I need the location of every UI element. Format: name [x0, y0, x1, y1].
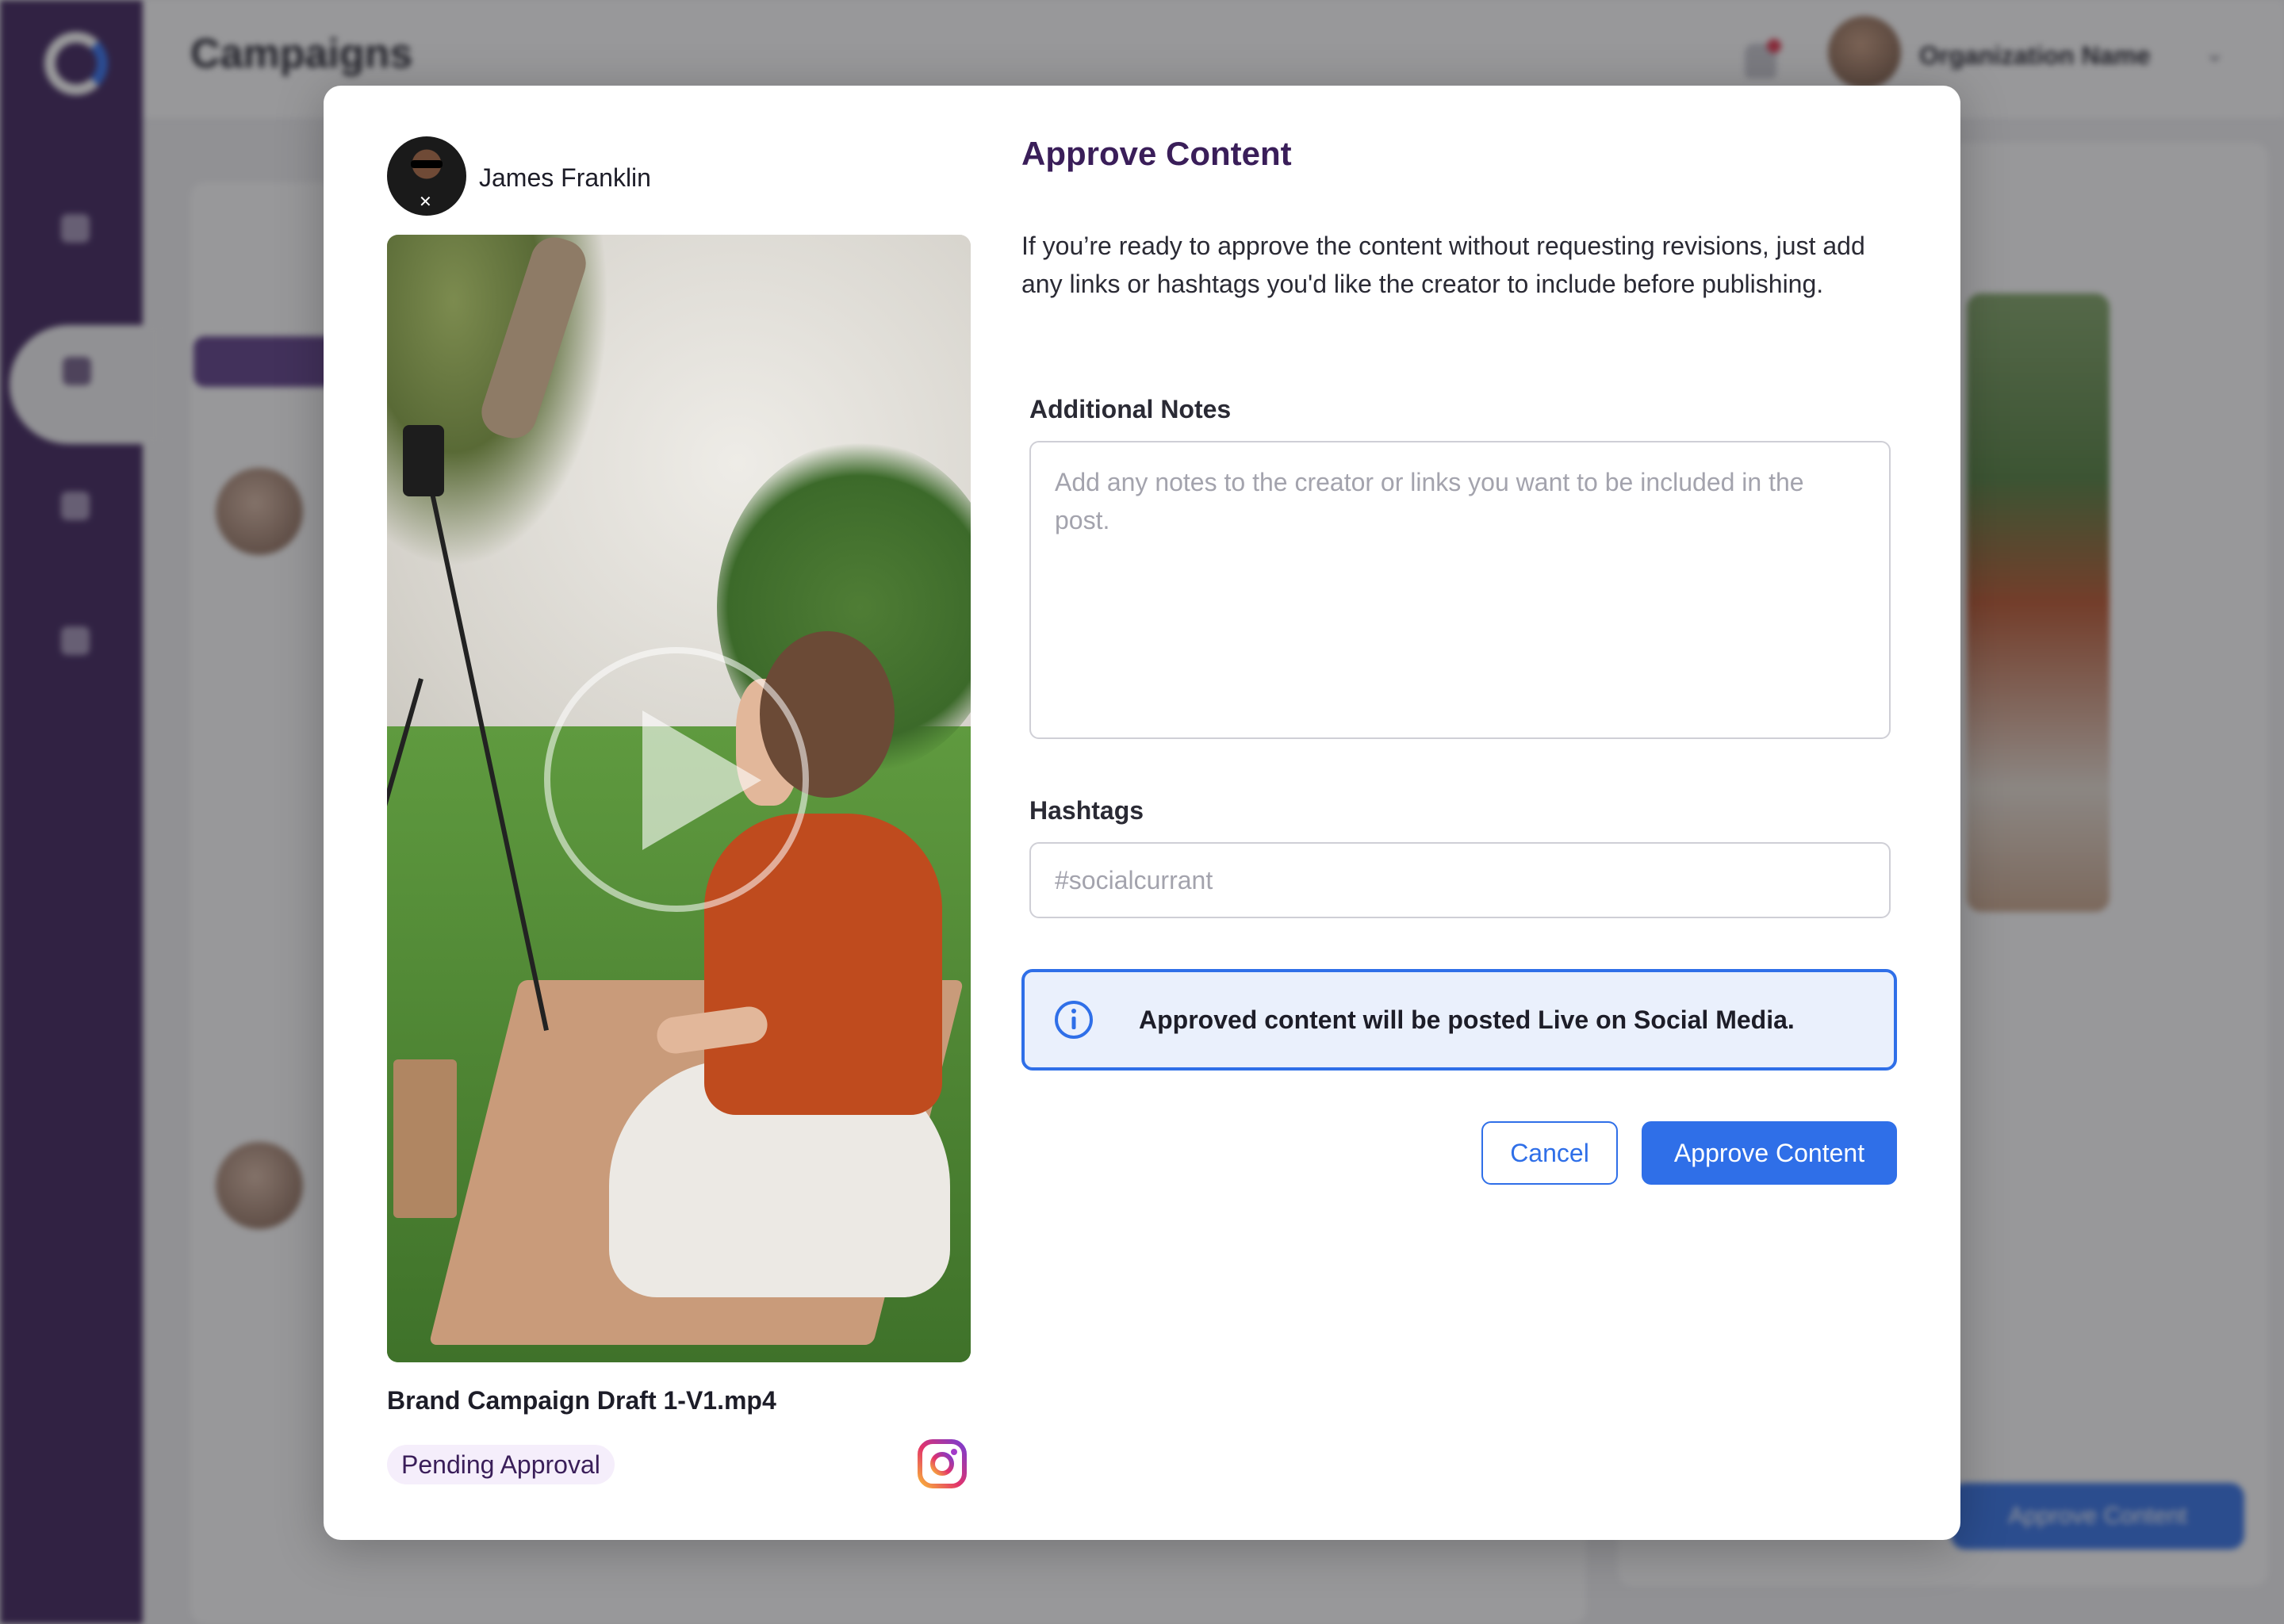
- cancel-button[interactable]: Cancel: [1481, 1121, 1618, 1185]
- info-banner-text: Approved content will be posted Live on …: [1139, 1005, 1795, 1034]
- hashtags-label: Hashtags: [1029, 796, 1144, 825]
- modal-description: If you’re ready to approve the content w…: [1021, 232, 1865, 298]
- approve-content-button[interactable]: Approve Content: [1642, 1121, 1897, 1185]
- notes-label: Additional Notes: [1029, 395, 1232, 423]
- hashtags-input[interactable]: [1029, 842, 1891, 918]
- approve-content-modal: ✕ James Franklin Brand Campaign Draft 1-…: [324, 86, 1960, 1540]
- creator-avatar: ✕: [387, 136, 466, 216]
- status-badge: Pending Approval: [387, 1445, 615, 1484]
- additional-notes-input[interactable]: [1029, 441, 1891, 739]
- info-icon: [1055, 1001, 1093, 1039]
- play-icon[interactable]: [642, 710, 761, 850]
- instagram-icon: [918, 1439, 967, 1488]
- info-banner: Approved content will be posted Live on …: [1021, 969, 1897, 1071]
- modal-title: Approve Content: [1021, 135, 1292, 172]
- file-name: Brand Campaign Draft 1-V1.mp4: [387, 1386, 776, 1415]
- video-preview[interactable]: [387, 235, 971, 1362]
- creator-name: James Franklin: [479, 163, 651, 192]
